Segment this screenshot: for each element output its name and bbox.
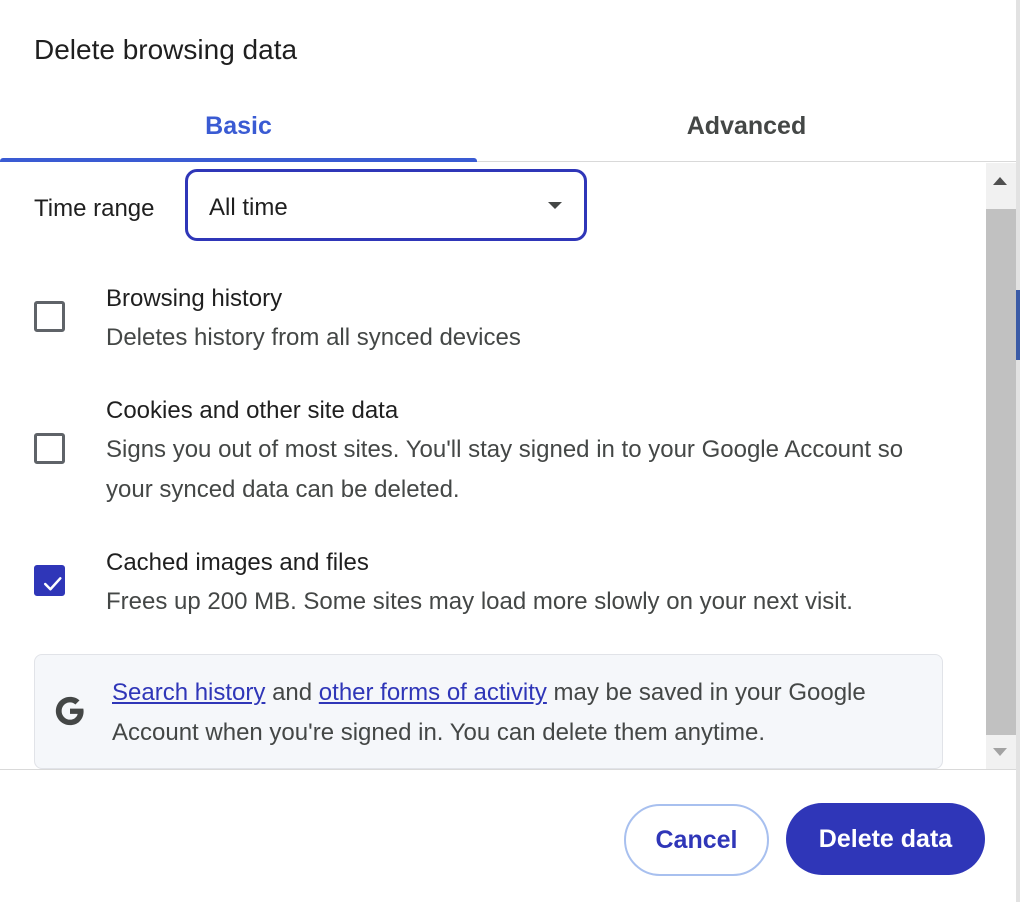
scroll-thumb[interactable] <box>986 209 1016 735</box>
browsing-history-checkbox[interactable] <box>34 301 65 332</box>
tab-advanced-label: Advanced <box>686 112 807 140</box>
footer-divider <box>0 769 1016 770</box>
other-activity-link[interactable]: other forms of activity <box>319 679 547 706</box>
time-range-label: Time range <box>34 195 155 222</box>
scroll-down-arrow-icon[interactable] <box>993 748 1007 756</box>
google-g-icon <box>55 696 84 726</box>
cookies-checkbox[interactable] <box>34 433 65 464</box>
tab-basic-label: Basic <box>205 112 272 140</box>
delete-browsing-data-dialog: Delete browsing data Basic Advanced Time… <box>0 0 1016 902</box>
dialog-content: Time range All time Browsing history Del… <box>0 163 986 769</box>
window-edge <box>1016 0 1020 902</box>
tab-basic[interactable]: Basic <box>0 92 477 161</box>
tab-advanced[interactable]: Advanced <box>477 92 1016 161</box>
option-description: Deletes history from all synced devices <box>106 324 521 351</box>
option-description: Frees up 200 MB. Some sites may load mor… <box>106 588 853 615</box>
info-text: Search history and other forms of activi… <box>112 673 942 753</box>
time-range-select[interactable]: All time <box>185 169 587 241</box>
checkmark-icon <box>43 577 62 591</box>
dropdown-arrow-icon <box>548 202 562 209</box>
cached-images-checkbox[interactable] <box>34 565 65 596</box>
option-title: Cached images and files <box>106 549 369 576</box>
window-edge-accent <box>1016 290 1020 360</box>
content-scrollbar[interactable] <box>986 163 1016 769</box>
info-text-segment: and <box>265 679 319 706</box>
time-range-value: All time <box>209 194 288 221</box>
cancel-button[interactable]: Cancel <box>624 804 769 876</box>
scroll-up-arrow-icon[interactable] <box>993 177 1007 185</box>
delete-data-button[interactable]: Delete data <box>786 803 985 875</box>
google-activity-info: Search history and other forms of activi… <box>34 654 943 769</box>
option-title: Cookies and other site data <box>106 397 399 424</box>
option-description: Signs you out of most sites. You'll stay… <box>106 436 904 503</box>
option-title: Browsing history <box>106 285 283 312</box>
tab-bar: Basic Advanced <box>0 92 1016 162</box>
search-history-link[interactable]: Search history <box>112 679 265 706</box>
dialog-title: Delete browsing data <box>34 34 298 65</box>
selected-tab-indicator <box>0 158 477 162</box>
